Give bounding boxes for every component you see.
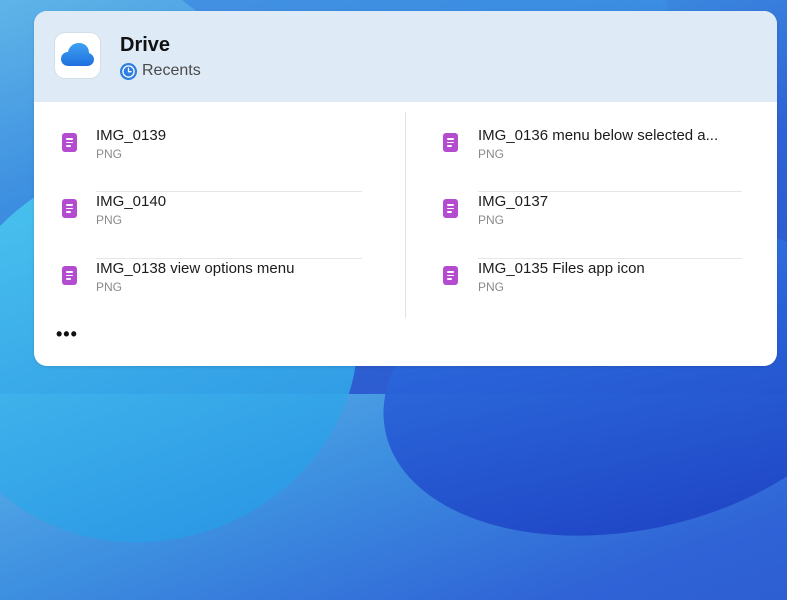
document-icon xyxy=(443,199,458,218)
widget-title: Drive xyxy=(120,34,171,56)
file-item[interactable]: IMG_0138 view options menu PNG xyxy=(34,235,405,301)
file-type: PNG xyxy=(96,280,123,294)
file-item[interactable]: IMG_0136 menu below selected a... PNG xyxy=(406,102,777,168)
file-type: PNG xyxy=(478,280,505,294)
recent-files-list: IMG_0139 PNG IMG_0140 PNG IMG_0138 view … xyxy=(34,102,777,322)
icloud-icon xyxy=(61,43,94,66)
widget-subtitle: Recents xyxy=(120,62,201,80)
file-item[interactable]: IMG_0139 PNG xyxy=(34,102,405,168)
file-name: IMG_0139 xyxy=(96,127,167,144)
file-name: IMG_0135 Files app icon xyxy=(478,260,645,277)
file-type: PNG xyxy=(96,147,123,161)
document-icon xyxy=(62,266,77,285)
document-icon xyxy=(62,133,77,152)
drive-widget[interactable]: Drive Recents IMG_0139 PNG IMG_0140 PNG xyxy=(34,11,777,366)
clock-icon xyxy=(120,62,137,80)
file-item[interactable]: IMG_0135 Files app icon PNG xyxy=(406,235,777,301)
file-type: PNG xyxy=(96,213,123,227)
file-item[interactable]: IMG_0137 PNG xyxy=(406,168,777,234)
icloud-drive-app-icon xyxy=(55,33,100,78)
file-type: PNG xyxy=(478,147,505,161)
file-name: IMG_0137 xyxy=(478,193,549,210)
file-item[interactable]: IMG_0140 PNG xyxy=(34,168,405,234)
widget-header: Drive Recents xyxy=(34,11,777,102)
document-icon xyxy=(443,133,458,152)
document-icon xyxy=(443,266,458,285)
file-type: PNG xyxy=(478,213,505,227)
recents-label: Recents xyxy=(142,62,201,79)
file-name: IMG_0138 view options menu xyxy=(96,260,295,277)
file-name: IMG_0140 xyxy=(96,193,167,210)
document-icon xyxy=(62,199,77,218)
file-name: IMG_0136 menu below selected a... xyxy=(478,127,719,144)
more-button[interactable]: ••• xyxy=(56,325,78,343)
